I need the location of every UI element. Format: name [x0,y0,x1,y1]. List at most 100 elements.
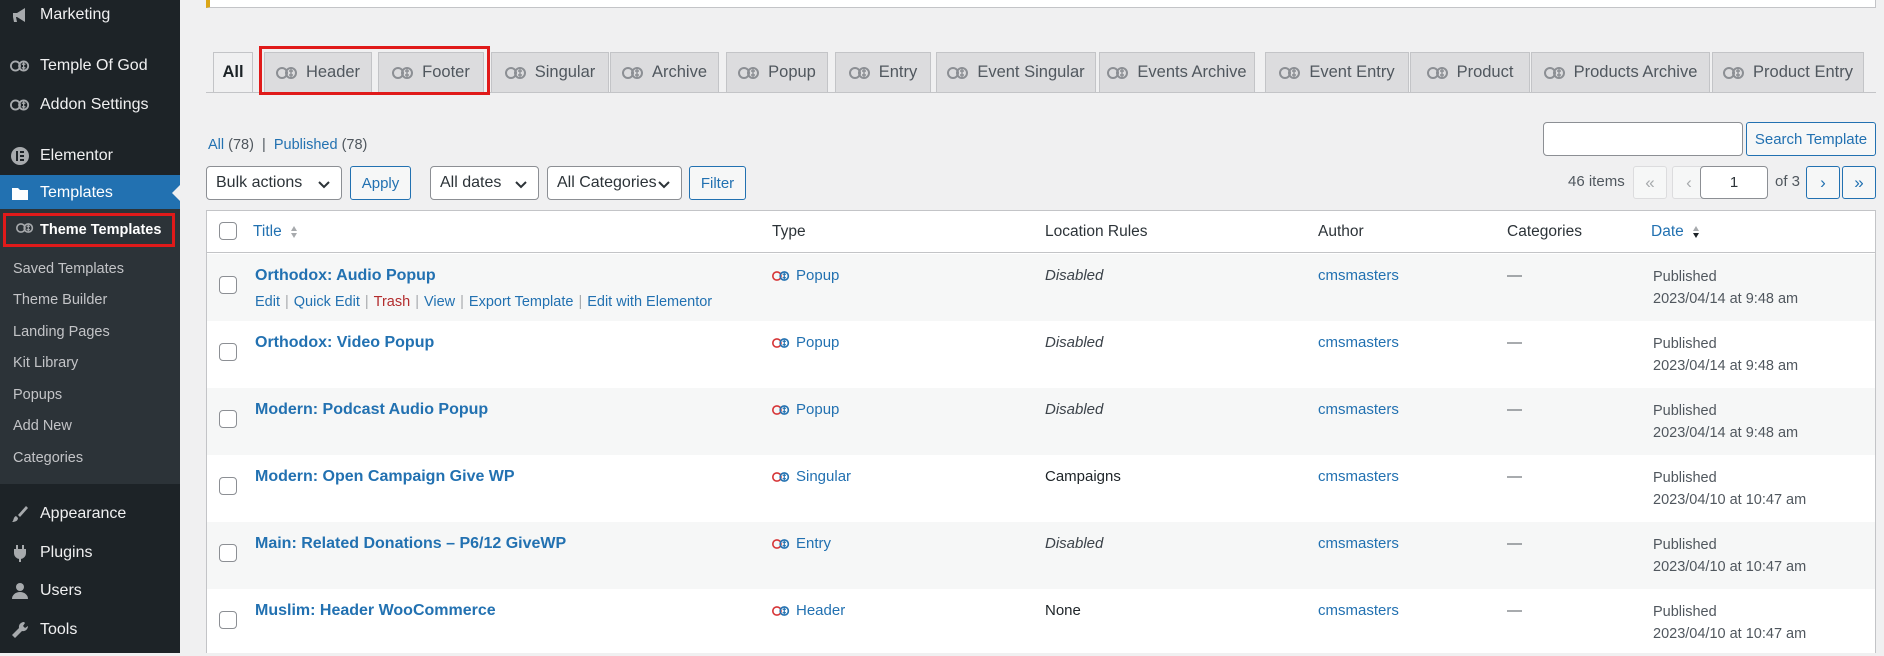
date-text: 2023/04/14 at 9:48 am [1653,358,1799,374]
current-page-input[interactable]: 1 [1700,166,1768,199]
view-published-link[interactable]: Published (78) [274,137,368,153]
submenu-item-kit-library[interactable]: Kit Library [13,352,78,374]
search-template-button[interactable]: Search Template [1746,122,1876,156]
location-rules: Disabled [1045,401,1104,418]
cmsmasters-icon [772,470,790,484]
submenu-item-theme-templates[interactable]: Theme Templates [3,213,175,247]
elementor-icon [0,146,40,166]
template-title-link[interactable]: Modern: Podcast Audio Popup [255,401,488,419]
submenu-item-add-new[interactable]: Add New [13,415,72,437]
tabs-divider [206,92,1876,93]
date-filter-select[interactable]: All dates [430,166,539,200]
categories-value: — [1507,468,1522,485]
sidebar-item-templates[interactable]: Templates [0,175,180,211]
row-checkbox[interactable] [219,343,237,361]
row-checkbox[interactable] [219,410,237,428]
last-page-button[interactable]: » [1842,166,1876,199]
sidebar-item-label: Users [40,582,82,599]
tab-all[interactable]: All [213,52,253,92]
categories-value: — [1507,535,1522,552]
next-page-button[interactable]: › [1806,166,1840,199]
tab-product-entry[interactable]: Product Entry [1712,52,1864,92]
submenu-item-saved-templates[interactable]: Saved Templates [13,258,124,280]
author-link[interactable]: cmsmasters [1318,535,1399,552]
row-checkbox[interactable] [219,276,237,294]
sidebar-item-temple-of-god[interactable]: Temple Of God [0,48,180,84]
template-type-link[interactable]: Header [772,602,845,619]
apply-button[interactable]: Apply [350,166,411,200]
tab-entry[interactable]: Entry [835,52,931,92]
status-text: Published [1653,537,1717,553]
admin-notice [206,0,1876,8]
admin-sidebar: Marketing Temple Of God Addon Settings E… [0,0,180,653]
template-title-link[interactable]: Main: Related Donations – P6/12 GiveWP [255,535,566,553]
wrench-icon [0,620,40,640]
row-checkbox[interactable] [219,611,237,629]
sidebar-item-elementor[interactable]: Elementor [0,138,180,174]
row-checkbox[interactable] [219,544,237,562]
separator: | [578,294,583,310]
column-date[interactable]: Date [1651,223,1700,241]
template-title-link[interactable]: Orthodox: Video Popup [255,334,434,352]
export-template-link[interactable]: Export Template [469,294,574,310]
total-pages: of 3 [1775,173,1801,190]
sidebar-item-appearance[interactable]: Appearance [0,496,180,532]
tab-event-entry[interactable]: Event Entry [1265,52,1409,92]
sidebar-item-users[interactable]: Users [0,573,180,609]
sidebar-item-plugins[interactable]: Plugins [0,535,180,571]
tab-label: Products Archive [1573,63,1698,81]
bulk-actions-select[interactable]: Bulk actions [206,166,342,200]
template-title-link[interactable]: Orthodox: Audio Popup [255,267,436,285]
tab-header[interactable]: Header [264,52,372,92]
sidebar-item-label: Plugins [40,544,93,561]
view-all-link[interactable]: All (78) [208,137,254,153]
sidebar-item-label: Templates [40,184,113,201]
templates-submenu: Theme Templates Saved Templates Theme Bu… [0,209,180,484]
submenu-item-categories[interactable]: Categories [13,447,83,469]
column-location-rules: Location Rules [1045,223,1148,240]
row-checkbox[interactable] [219,477,237,495]
tab-product[interactable]: Product [1410,52,1530,92]
tab-events-archive[interactable]: Events Archive [1099,52,1255,92]
table-row: Orthodox: Audio Popup Edit | Quick Edit | Tr… [207,254,1875,321]
tab-archive[interactable]: Archive [610,52,719,92]
template-type-link[interactable]: Popup [772,334,839,351]
first-page-button[interactable]: « [1633,166,1667,199]
template-type-link[interactable]: Entry [772,535,831,552]
submenu-item-theme-builder[interactable]: Theme Builder [13,289,107,311]
select-all-checkbox[interactable] [219,222,237,240]
submenu-item-landing-pages[interactable]: Landing Pages [13,321,110,343]
category-filter-value: All Categories [557,174,657,191]
edit-link[interactable]: Edit [255,294,280,310]
edit-with-elementor-link[interactable]: Edit with Elementor [587,294,712,310]
search-input[interactable] [1543,122,1743,156]
location-rules: Disabled [1045,334,1104,351]
date-value: Published 2023/04/10 at 10:47 am [1653,534,1806,578]
view-link[interactable]: View [424,294,455,310]
author-link[interactable]: cmsmasters [1318,334,1399,351]
tab-footer[interactable]: Footer [378,52,484,92]
sidebar-item-addon-settings[interactable]: Addon Settings [0,87,180,123]
author-link[interactable]: cmsmasters [1318,602,1399,619]
author-link[interactable]: cmsmasters [1318,401,1399,418]
template-type-link[interactable]: Singular [772,468,851,485]
author-link[interactable]: cmsmasters [1318,468,1399,485]
category-filter-select[interactable]: All Categories [547,166,682,200]
submenu-item-popups[interactable]: Popups [13,384,62,406]
author-link[interactable]: cmsmasters [1318,267,1399,284]
column-title[interactable]: Title [253,223,298,241]
sidebar-item-tools[interactable]: Tools [0,612,180,648]
filter-button[interactable]: Filter [689,166,746,200]
quick-edit-link[interactable]: Quick Edit [294,294,360,310]
tab-singular[interactable]: Singular [491,52,609,92]
tab-event-singular[interactable]: Event Singular [936,52,1096,92]
tab-products-archive[interactable]: Products Archive [1531,52,1710,92]
sidebar-item-label: Addon Settings [40,96,149,113]
template-title-link[interactable]: Modern: Open Campaign Give WP [255,468,515,486]
template-type-link[interactable]: Popup [772,267,839,284]
tab-popup[interactable]: Popup [726,52,828,92]
trash-link[interactable]: Trash [374,294,411,310]
template-title-link[interactable]: Muslim: Header WooCommerce [255,602,496,620]
template-type-link[interactable]: Popup [772,401,839,418]
sidebar-item-marketing[interactable]: Marketing [0,0,180,33]
